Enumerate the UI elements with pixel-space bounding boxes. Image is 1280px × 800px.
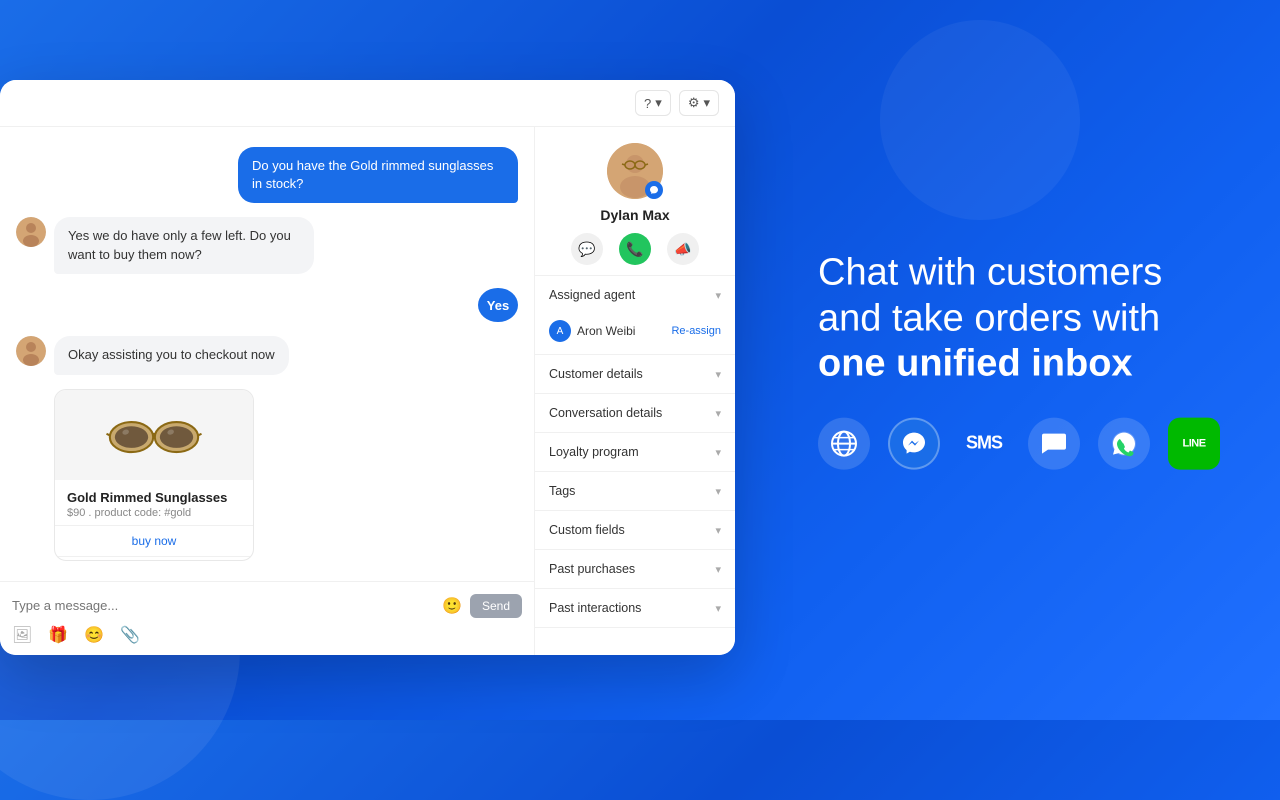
channel-icons: SMS LINE [818,417,1220,469]
messenger-channel-icon [888,417,940,469]
past-purchases-section: Past purchases ▾ [535,550,735,589]
phone-action-icon[interactable]: 📞 [619,233,651,265]
conversation-details-section: Conversation details ▾ [535,394,735,433]
product-price: $90 . product code: #gold [67,507,241,519]
tags-label: Tags [549,484,575,498]
past-purchases-chevron: ▾ [715,563,721,576]
chat-toolbar: 🖼 🎁 😊 📎 [12,619,522,645]
ui-card: ? ▾ ⚙ ▾ Do you have the Gold rimmed sung… [0,80,735,655]
heading-line1: Chat with customers [818,252,1162,294]
past-purchases-label: Past purchases [549,562,635,576]
gift-icon[interactable]: 🎁 [48,625,68,645]
past-interactions-header[interactable]: Past interactions ▾ [535,589,735,627]
globe-channel-icon [818,417,870,469]
message-input[interactable] [12,592,434,619]
reassign-button[interactable]: Re-assign [671,325,721,337]
chat-action-icon[interactable]: 💬 [571,233,603,265]
message-2: Yes we do have only a few left. Do you w… [16,217,518,273]
product-info: Gold Rimmed Sunglasses $90 . product cod… [55,480,253,525]
message-1: Do you have the Gold rimmed sunglasses i… [16,147,518,203]
assigned-agent-label: Assigned agent [549,288,635,302]
image-upload-icon[interactable]: 🖼 [12,625,32,645]
tags-chevron: ▾ [715,485,721,498]
help-chevron: ▾ [655,95,662,111]
agent-row: A Aron Weibi Re-assign [549,320,721,342]
message-bubble-right: Do you have the Gold rimmed sunglasses i… [238,147,518,203]
message-bubble-left: Yes we do have only a few left. Do you w… [54,217,314,273]
loyalty-chevron: ▾ [715,446,721,459]
emoji-button[interactable]: 🙂 [442,596,462,616]
attachment-icon[interactable]: 📎 [120,625,140,645]
product-image [55,390,253,480]
view-details-button[interactable]: view details [55,557,253,561]
imessage-channel-icon [1028,417,1080,469]
custom-fields-label: Custom fields [549,523,625,537]
emoji2-icon[interactable]: 😊 [84,625,104,645]
past-interactions-section: Past interactions ▾ [535,589,735,628]
past-interactions-label: Past interactions [549,601,641,615]
main-content: Do you have the Gold rimmed sunglasses i… [0,127,735,655]
custom-fields-chevron: ▾ [715,524,721,537]
send-button[interactable]: Send [470,594,522,618]
messenger-badge [645,181,663,199]
conversation-details-chevron: ▾ [715,407,721,420]
right-panel: Dylan Max 💬 📞 📣 Assigned agent ▾ A [535,127,735,655]
yes-badge: Yes [478,288,518,323]
tags-section: Tags ▾ [535,472,735,511]
customer-details-chevron: ▾ [715,368,721,381]
line-channel-icon: LINE [1168,417,1220,469]
agent-avatar-msg2 [16,336,46,366]
chat-input-area: 🙂 Send 🖼 🎁 😊 📎 [0,581,534,655]
heading-line2: and take orders with [818,297,1160,339]
product-actions: buy now view details [55,525,253,561]
assigned-agent-chevron: ▾ [715,289,721,302]
assigned-agent-content: A Aron Weibi Re-assign [535,314,735,354]
chat-messages: Do you have the Gold rimmed sunglasses i… [0,127,534,581]
settings-icon: ⚙ [688,95,700,111]
customer-details-section: Customer details ▾ [535,355,735,394]
custom-fields-header[interactable]: Custom fields ▾ [535,511,735,549]
user-name: Dylan Max [600,207,669,223]
megaphone-action-icon[interactable]: 📣 [667,233,699,265]
help-icon: ? [644,96,651,111]
product-card: Gold Rimmed Sunglasses $90 . product cod… [54,389,254,561]
buy-now-button[interactable]: buy now [55,526,253,557]
conversation-details-label: Conversation details [549,406,662,420]
sunglasses-icon [104,410,204,460]
bg-decoration-2 [880,20,1080,220]
past-purchases-header[interactable]: Past purchases ▾ [535,550,735,588]
help-button[interactable]: ? ▾ [635,90,671,116]
custom-fields-section: Custom fields ▾ [535,511,735,550]
chat-area: Do you have the Gold rimmed sunglasses i… [0,127,535,655]
assigned-agent-header[interactable]: Assigned agent ▾ [535,276,735,314]
user-avatar-container [607,143,663,199]
agent-info: A Aron Weibi [549,320,635,342]
sms-channel-icon: SMS [958,417,1010,469]
loyalty-program-header[interactable]: Loyalty program ▾ [535,433,735,471]
agent-small-avatar: A [549,320,571,342]
heading-bold: one unified inbox [818,343,1133,385]
top-bar: ? ▾ ⚙ ▾ [0,80,735,127]
customer-details-label: Customer details [549,367,643,381]
right-heading: Chat with customers and take orders with… [818,251,1220,388]
settings-chevron: ▾ [703,95,710,111]
agent-avatar-msg [16,217,46,247]
loyalty-program-label: Loyalty program [549,445,639,459]
user-profile: Dylan Max 💬 📞 📣 [535,127,735,276]
settings-button[interactable]: ⚙ ▾ [679,90,719,116]
customer-details-header[interactable]: Customer details ▾ [535,355,735,393]
past-interactions-chevron: ▾ [715,602,721,615]
tags-header[interactable]: Tags ▾ [535,472,735,510]
loyalty-program-section: Loyalty program ▾ [535,433,735,472]
chat-input-row: 🙂 Send [12,592,522,619]
message-4: Okay assisting you to checkout now [16,336,518,374]
agent-name: Aron Weibi [577,324,635,338]
message-bubble-left-2: Okay assisting you to checkout now [54,336,289,374]
product-name: Gold Rimmed Sunglasses [67,490,241,505]
assigned-agent-section: Assigned agent ▾ A Aron Weibi Re-assign [535,276,735,355]
conversation-details-header[interactable]: Conversation details ▾ [535,394,735,432]
right-content: Chat with customers and take orders with… [818,251,1220,470]
user-actions: 💬 📞 📣 [571,233,699,265]
whatsapp-channel-icon [1098,417,1150,469]
